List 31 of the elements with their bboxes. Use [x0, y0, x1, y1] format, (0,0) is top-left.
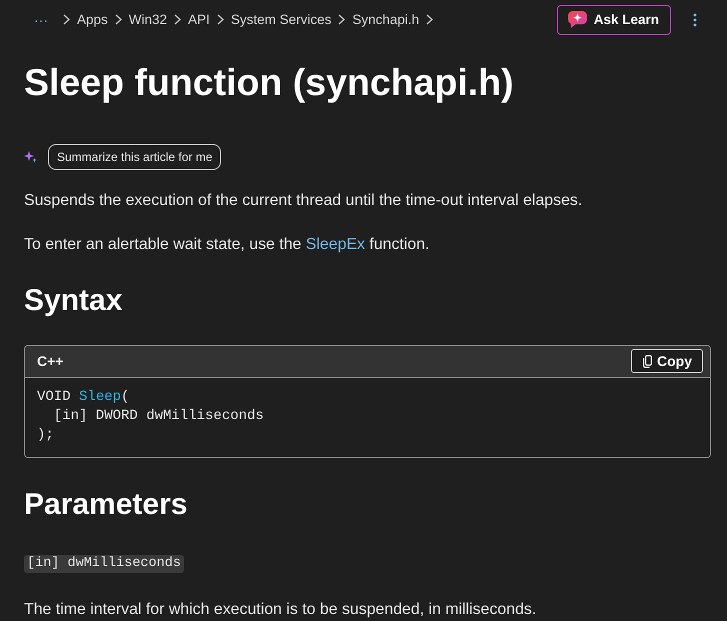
- copy-icon: [643, 354, 652, 368]
- breadcrumb-link[interactable]: Apps: [77, 12, 108, 28]
- paragraph: To enter an alertable wait state, use the SleepEx function.: [24, 234, 430, 255]
- chevron-icon: [216, 14, 224, 26]
- chevron-icon: [426, 14, 434, 26]
- summarize-button[interactable]: Summarize this article for me: [48, 144, 222, 170]
- chat-sparkle-icon: [568, 11, 587, 28]
- code-line: [in] DWORD dwMilliseconds: [52, 406, 265, 426]
- ask-learn-button[interactable]: Ask Learn: [556, 4, 671, 35]
- chevron-icon: [338, 14, 346, 26]
- more-icon[interactable]: [693, 12, 697, 27]
- section-heading: Syntax: [24, 282, 124, 319]
- link[interactable]: SleepEx: [306, 236, 365, 253]
- breadcrumb-overflow[interactable]: ···: [34, 12, 56, 28]
- chevron-icon: [114, 14, 122, 26]
- chevron-icon: [63, 14, 70, 26]
- code-line: );: [37, 426, 55, 445]
- breadcrumb-link[interactable]: Win32: [128, 12, 168, 28]
- code-line: VOID Sleep(: [37, 388, 130, 407]
- language-label: C++: [37, 353, 64, 370]
- page-title: Sleep function (synchapi.h): [24, 60, 515, 105]
- paragraph: Suspends the execution of the current thread until the time-out interval elapses.: [24, 190, 584, 211]
- breadcrumb-link[interactable]: System Services: [230, 12, 332, 28]
- chevron-icon: [174, 14, 182, 26]
- parameter-name: [in] dwMilliseconds: [24, 555, 184, 573]
- section-heading: Parameters: [24, 487, 188, 523]
- paragraph: The time interval for which execution is to be suspended, in milliseconds.: [24, 600, 538, 620]
- breadcrumb-link[interactable]: Synchapi.h: [352, 12, 420, 28]
- copy-button[interactable]: Copy: [631, 349, 703, 374]
- breadcrumb-link[interactable]: API: [188, 12, 210, 28]
- sparkle-icon: [24, 150, 37, 163]
